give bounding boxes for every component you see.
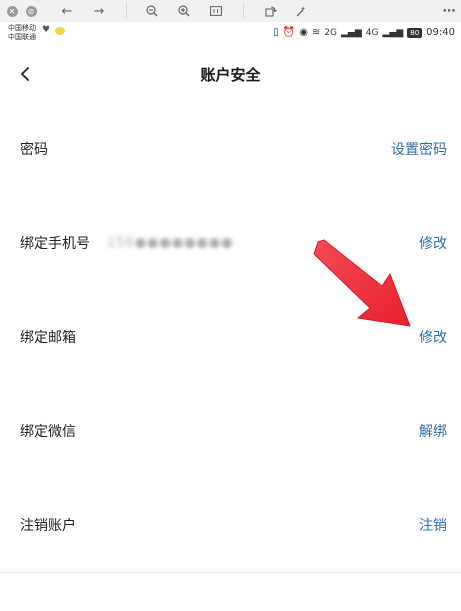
- row-wechat: 绑定微信 解绑: [0, 384, 461, 479]
- zoom-out-icon[interactable]: [143, 0, 161, 22]
- network-type-2: 4G: [365, 27, 379, 38]
- actual-size-icon[interactable]: [207, 0, 225, 22]
- row-label: 绑定微信: [20, 424, 76, 440]
- rotate-icon[interactable]: [262, 0, 280, 22]
- row-label: 绑定手机号: [20, 236, 90, 252]
- cancel-account-link[interactable]: 注销: [419, 515, 447, 535]
- viewer-toolbar: ✕ ⊘ ← → ⋯: [0, 0, 461, 23]
- nav-header: 账户安全: [0, 46, 461, 103]
- heart-icon: ♥: [42, 25, 51, 35]
- battery-level: 80: [407, 27, 423, 38]
- carrier-1: 中国移动: [8, 24, 36, 32]
- row-label: 绑定邮箱: [20, 330, 76, 346]
- carrier-info: 中国移动 中国联通: [8, 24, 36, 42]
- set-password-link[interactable]: 设置密码: [391, 139, 447, 159]
- row-phone: 绑定手机号 156●●●●●●●● 修改: [0, 196, 461, 291]
- carrier-2: 中国联通: [8, 33, 36, 41]
- alarm-icon: ⏰: [282, 27, 296, 38]
- status-time: 09:40: [426, 27, 455, 38]
- more-icon[interactable]: ⋯: [440, 0, 458, 22]
- row-label: 密码: [20, 142, 48, 158]
- phone-number-value: 156●●●●●●●●: [107, 235, 234, 251]
- minimize-circle-icon[interactable]: ⊘: [24, 0, 38, 22]
- row-password: 密码 设置密码: [0, 102, 461, 197]
- close-circle-icon[interactable]: ✕: [5, 0, 19, 22]
- modify-email-link[interactable]: 修改: [419, 327, 447, 347]
- status-icons: ▯ ⏰ ◉ ≋ 2G ▂▄▆ 4G ▂▄▆ 80 09:40: [273, 27, 455, 38]
- magic-wand-icon[interactable]: [292, 0, 310, 22]
- forward-arrow-icon[interactable]: →: [90, 0, 108, 22]
- vibrate-icon: ▯: [273, 27, 279, 38]
- signal-icon-2: ▂▄▆: [382, 27, 404, 38]
- page-title: 账户安全: [200, 66, 261, 84]
- unbind-wechat-link[interactable]: 解绑: [419, 421, 447, 441]
- modify-phone-link[interactable]: 修改: [419, 233, 447, 253]
- status-bar: 中国移动 中国联通 ♥ ▯ ⏰ ◉ ≋ 2G ▂▄▆ 4G ▂▄▆ 80 09:…: [0, 22, 461, 46]
- eye-icon: ◉: [299, 27, 308, 38]
- back-arrow-icon[interactable]: ←: [58, 0, 76, 22]
- badge-icon: [55, 27, 65, 35]
- zoom-in-icon[interactable]: [175, 0, 193, 22]
- signal-icon-1: ▂▄▆: [341, 27, 362, 38]
- row-email: 绑定邮箱 修改: [0, 290, 461, 385]
- row-label: 注销账户: [20, 518, 76, 534]
- network-type-1: 2G: [324, 27, 338, 38]
- wifi-icon: ≋: [311, 27, 321, 38]
- row-cancel-account: 注销账户 注销: [0, 478, 461, 573]
